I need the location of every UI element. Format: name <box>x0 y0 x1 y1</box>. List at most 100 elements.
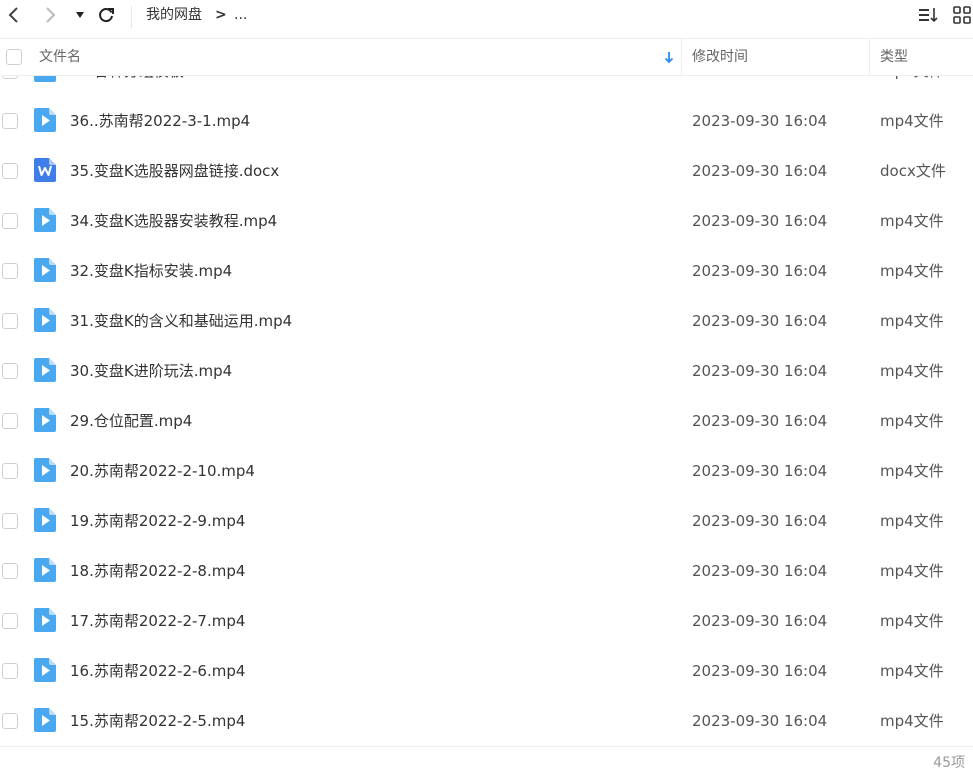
file-name[interactable]: 19.苏南帮2022-2-9.mp4 <box>70 496 245 546</box>
file-type: mp4文件 <box>880 462 944 480</box>
breadcrumb-root[interactable]: 我的网盘 <box>146 6 202 24</box>
name-column-header[interactable]: 文件名 <box>39 39 81 75</box>
grid-view-icon <box>953 6 971 24</box>
file-type: mp4文件 <box>880 362 944 380</box>
chevron-right-icon <box>46 7 56 23</box>
file-row[interactable]: 37.各种分组模板.docx 2023-09-30 16:04 mp4文件 <box>0 76 973 96</box>
file-row[interactable]: 29.仓位配置.mp4 2023-09-30 16:04 mp4文件 <box>0 396 973 446</box>
row-checkbox[interactable] <box>2 76 18 79</box>
file-type: mp4文件 <box>880 262 944 280</box>
file-row[interactable]: 36..苏南帮2022-3-1.mp4 2023-09-30 16:04 mp4文件 <box>0 96 973 146</box>
file-row[interactable]: 35.变盘K选股器网盘链接.docx 2023-09-30 16:04 docx文件 <box>0 146 973 196</box>
column-divider[interactable] <box>869 39 870 75</box>
caret-down-icon <box>76 12 84 18</box>
file-row[interactable]: 32.变盘K指标安装.mp4 2023-09-30 16:04 mp4文件 <box>0 246 973 296</box>
file-modified-time: 2023-09-30 16:04 <box>692 412 828 430</box>
file-modified-time: 2023-09-30 16:04 <box>692 562 828 580</box>
video-file-icon <box>34 608 56 632</box>
file-row[interactable]: 17.苏南帮2022-2-7.mp4 2023-09-30 16:04 mp4文件 <box>0 596 973 646</box>
file-name[interactable]: 16.苏南帮2022-2-6.mp4 <box>70 646 245 696</box>
file-row[interactable]: 19.苏南帮2022-2-9.mp4 2023-09-30 16:04 mp4文件 <box>0 496 973 546</box>
video-file-icon <box>34 508 56 532</box>
row-checkbox[interactable] <box>2 313 18 329</box>
file-name[interactable]: 18.苏南帮2022-2-8.mp4 <box>70 546 245 596</box>
file-modified-time: 2023-09-30 16:04 <box>692 712 828 730</box>
forward-button[interactable] <box>40 0 62 30</box>
file-name[interactable]: 17.苏南帮2022-2-7.mp4 <box>70 596 245 646</box>
file-name[interactable]: 36..苏南帮2022-3-1.mp4 <box>70 96 250 146</box>
file-row[interactable]: 34.变盘K选股器安装教程.mp4 2023-09-30 16:04 mp4文件 <box>0 196 973 246</box>
file-modified-time: 2023-09-30 16:04 <box>692 76 827 96</box>
file-type: mp4文件 <box>880 612 944 630</box>
file-name[interactable]: 37.各种分组模板.docx <box>70 76 224 96</box>
file-modified-time: 2023-09-30 16:04 <box>692 462 828 480</box>
video-file-icon <box>34 208 56 232</box>
video-file-icon <box>34 358 56 382</box>
row-checkbox[interactable] <box>2 413 18 429</box>
toolbar: 我的网盘 > ... <box>0 0 973 38</box>
file-name[interactable]: 20.苏南帮2022-2-10.mp4 <box>70 446 255 496</box>
video-file-icon <box>34 558 56 582</box>
breadcrumb-separator: > <box>215 7 227 23</box>
breadcrumb-more[interactable]: ... <box>234 6 247 24</box>
row-checkbox[interactable] <box>2 263 18 279</box>
file-row[interactable]: 20.苏南帮2022-2-10.mp4 2023-09-30 16:04 mp4文件 <box>0 446 973 496</box>
video-file-icon <box>34 76 56 82</box>
type-column-header[interactable]: 类型 <box>880 39 908 75</box>
file-modified-time: 2023-09-30 16:04 <box>692 312 828 330</box>
column-divider[interactable] <box>681 39 682 75</box>
row-checkbox[interactable] <box>2 613 18 629</box>
file-type: mp4文件 <box>880 512 944 530</box>
file-type: mp4文件 <box>880 76 944 96</box>
row-checkbox[interactable] <box>2 213 18 229</box>
word-doc-icon <box>34 158 56 182</box>
sort-button[interactable] <box>917 0 941 30</box>
row-checkbox[interactable] <box>2 363 18 379</box>
file-name[interactable]: 30.变盘K进阶玩法.mp4 <box>70 346 232 396</box>
file-type: mp4文件 <box>880 712 944 730</box>
grid-view-button[interactable] <box>952 0 972 30</box>
file-row[interactable]: 30.变盘K进阶玩法.mp4 2023-09-30 16:04 mp4文件 <box>0 346 973 396</box>
back-button[interactable] <box>2 0 24 30</box>
video-file-icon <box>34 708 56 732</box>
video-file-icon <box>34 108 56 132</box>
refresh-button[interactable] <box>94 0 118 30</box>
file-name[interactable]: 29.仓位配置.mp4 <box>70 396 192 446</box>
file-name[interactable]: 31.变盘K的含义和基础运用.mp4 <box>70 296 292 346</box>
row-checkbox[interactable] <box>2 163 18 179</box>
item-count: 45项 <box>933 755 965 771</box>
file-modified-time: 2023-09-30 16:04 <box>692 512 828 530</box>
row-checkbox[interactable] <box>2 663 18 679</box>
file-name[interactable]: 15.苏南帮2022-2-5.mp4 <box>70 696 245 746</box>
chevron-left-icon <box>8 7 18 23</box>
file-row[interactable]: 18.苏南帮2022-2-8.mp4 2023-09-30 16:04 mp4文件 <box>0 546 973 596</box>
file-type: mp4文件 <box>880 412 944 430</box>
file-row[interactable]: 16.苏南帮2022-2-6.mp4 2023-09-30 16:04 mp4文件 <box>0 646 973 696</box>
file-type: mp4文件 <box>880 312 944 330</box>
video-file-icon <box>34 308 56 332</box>
sort-list-icon <box>919 8 938 23</box>
file-row[interactable]: 31.变盘K的含义和基础运用.mp4 2023-09-30 16:04 mp4文件 <box>0 296 973 346</box>
date-column-header[interactable]: 修改时间 <box>692 39 748 75</box>
row-checkbox[interactable] <box>2 563 18 579</box>
file-name[interactable]: 34.变盘K选股器安装教程.mp4 <box>70 196 277 246</box>
video-file-icon <box>34 258 56 282</box>
row-checkbox[interactable] <box>2 513 18 529</box>
file-row[interactable]: 15.苏南帮2022-2-5.mp4 2023-09-30 16:04 mp4文件 <box>0 696 973 746</box>
row-checkbox[interactable] <box>2 463 18 479</box>
file-name[interactable]: 32.变盘K指标安装.mp4 <box>70 246 232 296</box>
file-name[interactable]: 35.变盘K选股器网盘链接.docx <box>70 146 279 196</box>
file-type: mp4文件 <box>880 662 944 680</box>
sort-descending-arrow-icon[interactable] <box>664 51 674 64</box>
file-modified-time: 2023-09-30 16:04 <box>692 612 828 630</box>
row-checkbox[interactable] <box>2 113 18 129</box>
select-all-checkbox[interactable] <box>6 49 22 65</box>
history-dropdown-button[interactable] <box>72 0 88 30</box>
file-type: mp4文件 <box>880 562 944 580</box>
row-checkbox[interactable] <box>2 713 18 729</box>
refresh-icon <box>99 8 114 23</box>
column-header: 文件名 修改时间 类型 <box>0 38 973 76</box>
file-modified-time: 2023-09-30 16:04 <box>692 162 828 180</box>
file-modified-time: 2023-09-30 16:04 <box>692 662 828 680</box>
file-modified-time: 2023-09-30 16:04 <box>692 212 828 230</box>
